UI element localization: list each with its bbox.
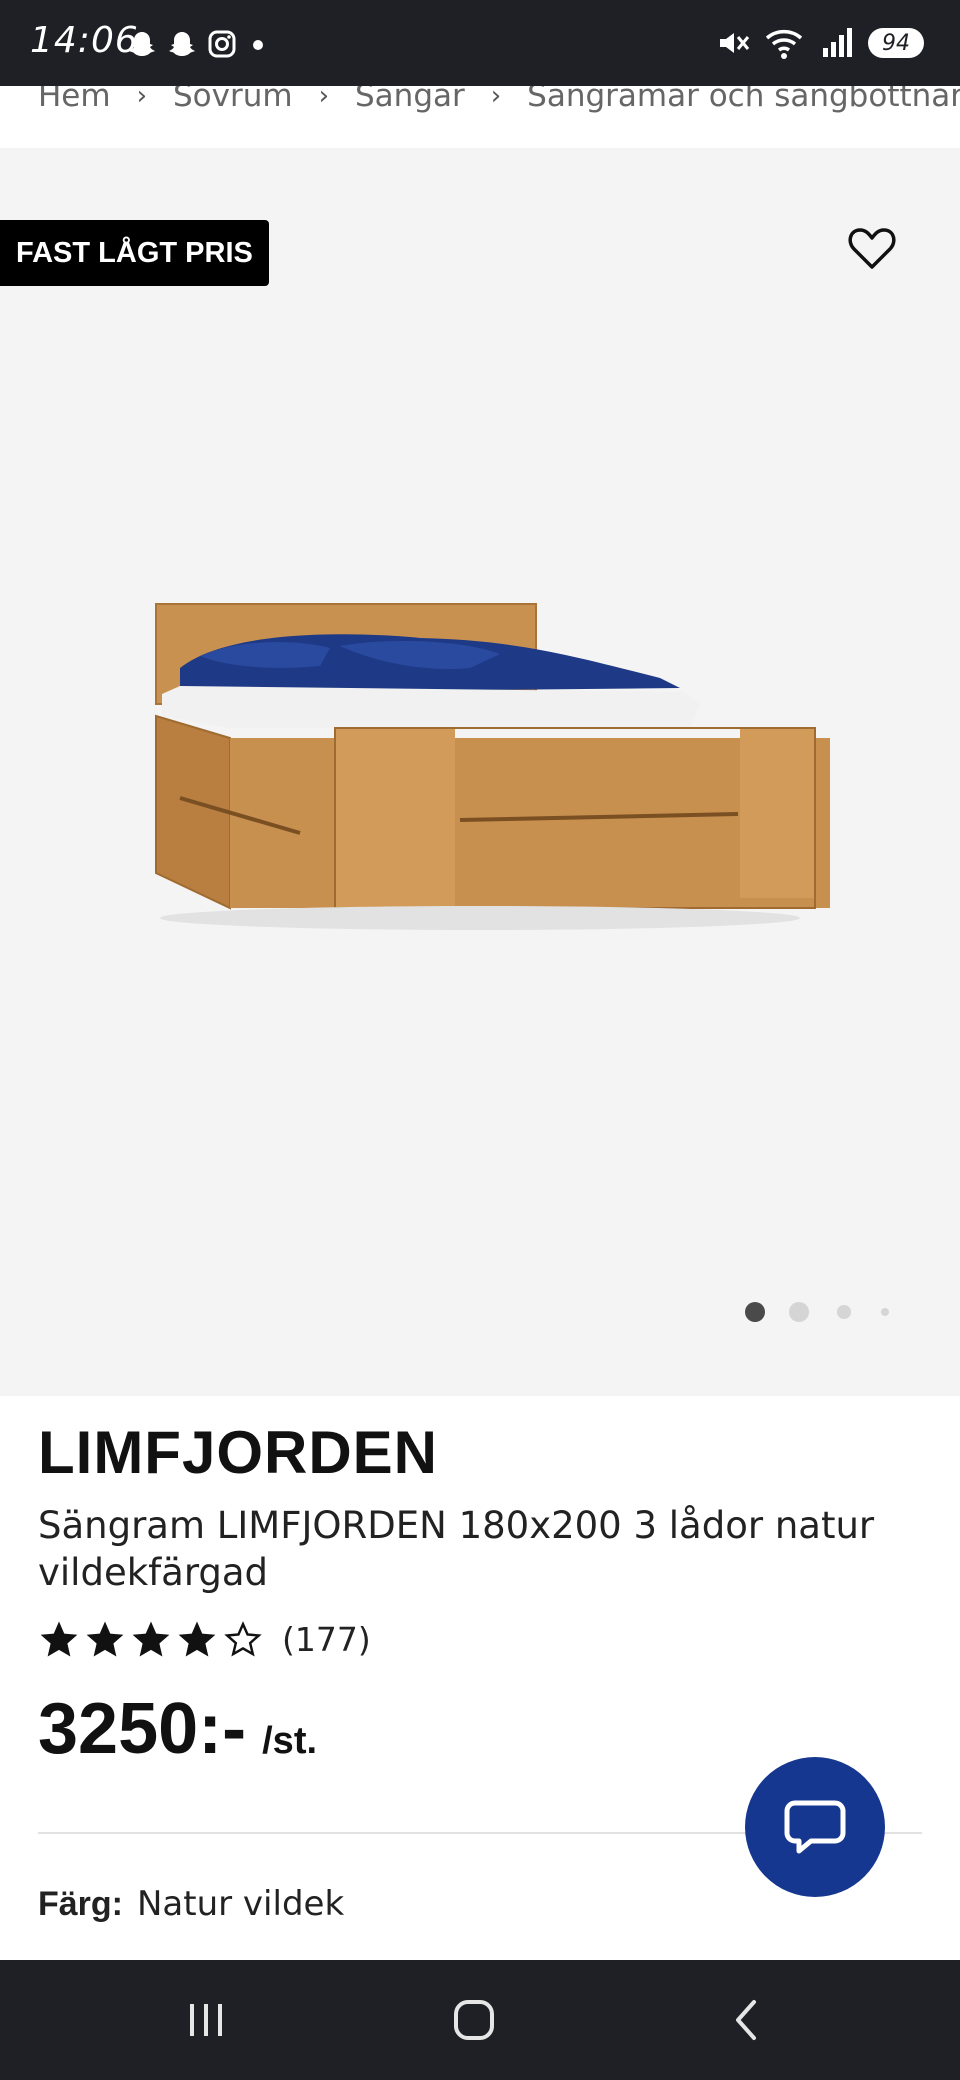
chevron-right-icon: ›: [318, 86, 329, 111]
gallery-dot-active[interactable]: [745, 1302, 765, 1322]
notification-icons: [126, 28, 270, 60]
star-filled-icon: [40, 1621, 78, 1657]
battery-icon: 94: [868, 28, 924, 58]
battery-level: 94: [882, 30, 910, 56]
chevron-right-icon: ›: [136, 86, 147, 111]
back-icon: [736, 2000, 756, 2040]
back-button[interactable]: [686, 1960, 806, 2080]
chat-button[interactable]: [745, 1757, 885, 1897]
breadcrumb-item-hem[interactable]: Hem: [38, 86, 111, 114]
recent-apps-icon: [190, 2004, 222, 2036]
product-price: 3250:-: [38, 1689, 247, 1769]
product-name: Sängram LIMFJORDEN 180x200 3 lådor natur…: [38, 1504, 875, 1594]
recent-apps-button[interactable]: [146, 1960, 266, 2080]
rating-stars: [38, 1618, 264, 1660]
gallery-pagination: [745, 1302, 889, 1322]
system-icons: 94: [716, 26, 924, 60]
heart-icon[interactable]: [844, 220, 900, 276]
color-label: Färg:: [38, 1885, 123, 1923]
product-image-bed: [155, 603, 830, 930]
gallery-dot[interactable]: [881, 1308, 889, 1316]
star-empty-icon: [224, 1621, 262, 1657]
system-nav-bar: [0, 1960, 960, 2080]
breadcrumb-item-sangar[interactable]: Sängar: [355, 86, 465, 114]
dot-icon: [253, 40, 263, 50]
screen: 14:06 94 Hem › Sovrum › Sängar › Sängram…: [0, 0, 960, 2080]
price-unit: /st.: [262, 1720, 318, 1762]
chat-bubble-icon: [784, 1800, 846, 1854]
product-rating[interactable]: (177): [38, 1618, 371, 1660]
price-row: 3250:- /st.: [38, 1688, 317, 1770]
product-brand: LIMFJORDEN: [38, 1419, 438, 1486]
color-selector[interactable]: Färg: Natur vildek: [38, 1884, 344, 1924]
home-button[interactable]: [414, 1960, 534, 2080]
gallery-dot[interactable]: [837, 1305, 851, 1319]
gallery-dot[interactable]: [789, 1302, 809, 1322]
star-filled-icon: [86, 1621, 124, 1657]
home-icon: [454, 2000, 494, 2040]
status-bar: 14:06 94: [0, 0, 960, 86]
status-time: 14:06: [30, 20, 139, 61]
breadcrumb-item-sangramar[interactable]: Sängramar och sängbottnar: [527, 86, 960, 114]
signal-icon: [823, 28, 852, 57]
wifi-icon: [765, 30, 803, 59]
snapchat-icon: [129, 32, 155, 56]
star-filled-icon: [132, 1621, 170, 1657]
price-badge: FAST LÅGT PRIS: [0, 220, 269, 286]
product-image-gallery[interactable]: FAST LÅGT PRIS: [0, 148, 960, 1396]
snapchat-icon: [169, 32, 195, 56]
star-filled-icon: [178, 1621, 216, 1657]
breadcrumb: Hem › Sovrum › Sängar › Sängramar och sä…: [0, 86, 960, 148]
rating-count: (177): [282, 1619, 371, 1659]
breadcrumb-track: Hem › Sovrum › Sängar › Sängramar och sä…: [38, 86, 960, 114]
instagram-icon: [208, 30, 236, 58]
chevron-right-icon: ›: [490, 86, 502, 111]
breadcrumb-item-sovrum[interactable]: Sovrum: [173, 86, 293, 114]
color-value: Natur vildek: [137, 1884, 345, 1924]
mute-icon: [720, 33, 750, 53]
